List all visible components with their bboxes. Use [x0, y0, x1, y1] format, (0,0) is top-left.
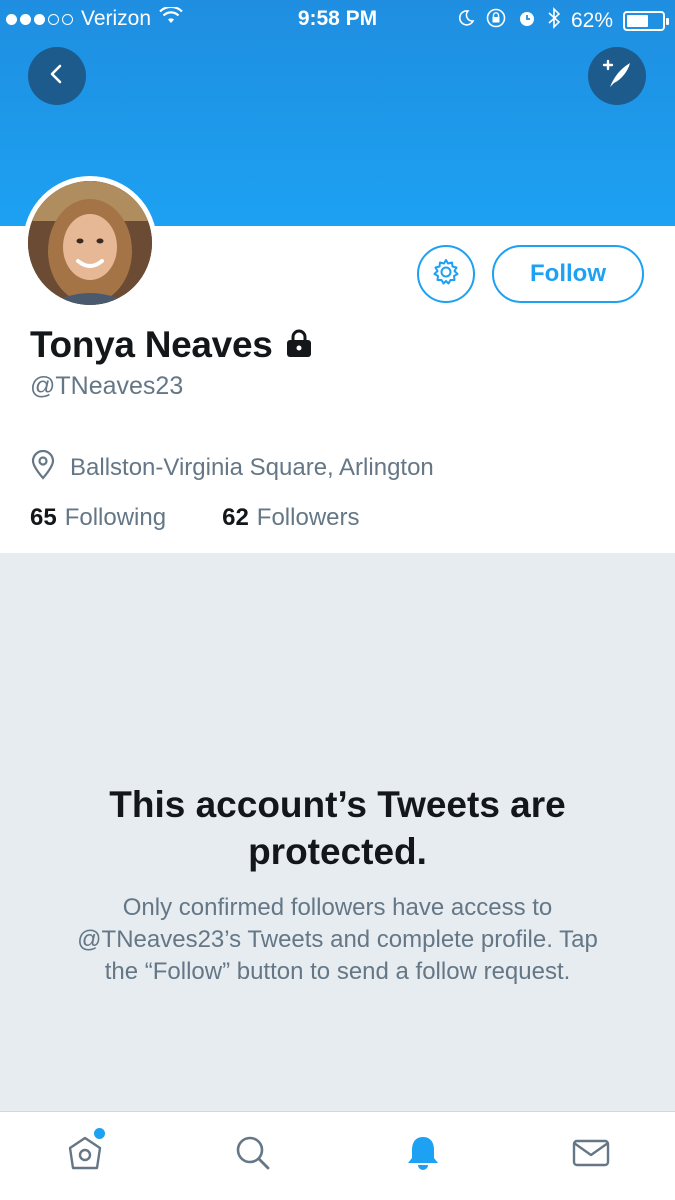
- bluetooth-icon: [547, 7, 561, 35]
- profile-name-row: Tonya Neaves: [30, 324, 313, 366]
- avatar-photo: [28, 181, 152, 305]
- avatar[interactable]: [23, 176, 157, 310]
- tab-search[interactable]: [228, 1130, 278, 1180]
- following-stat[interactable]: 65 Following: [30, 504, 166, 532]
- tab-messages[interactable]: [566, 1130, 616, 1180]
- followers-count: 62: [222, 504, 249, 531]
- follow-button[interactable]: Follow: [492, 245, 644, 303]
- moon-icon: [457, 9, 475, 33]
- notifications-icon: [403, 1133, 443, 1178]
- profile-location: Ballston-Virginia Square, Arlington: [30, 449, 434, 485]
- messages-icon: [571, 1133, 611, 1178]
- back-arrow-icon: [45, 62, 69, 91]
- protected-body: Only confirmed followers have access to …: [77, 894, 598, 985]
- followers-label: Followers: [256, 504, 360, 531]
- location-text: Ballston-Virginia Square, Arlington: [70, 453, 434, 481]
- back-button[interactable]: [28, 47, 86, 105]
- profile-settings-button[interactable]: [417, 245, 475, 303]
- battery-level: [627, 15, 649, 27]
- location-pin-icon: [30, 449, 56, 485]
- tab-bar: [0, 1111, 675, 1200]
- battery-icon: [623, 11, 669, 31]
- gear-icon: [431, 257, 461, 292]
- lock-icon: [285, 328, 313, 363]
- compose-tweet-button[interactable]: [588, 47, 646, 105]
- battery-percent: 62%: [570, 9, 613, 32]
- followers-stat[interactable]: 62 Followers: [222, 504, 359, 532]
- following-label: Following: [64, 504, 167, 531]
- search-icon: [233, 1133, 273, 1178]
- tab-notifications[interactable]: [398, 1130, 448, 1180]
- alarm-icon: [517, 8, 537, 34]
- compose-tweet-icon: [600, 57, 634, 96]
- home-icon: [65, 1133, 105, 1178]
- status-bar: Verizon 9:58 PM 62%: [0, 0, 675, 40]
- display-name: Tonya Neaves: [30, 324, 273, 365]
- protected-tweets-panel: This account’s Tweets are protected. Onl…: [0, 553, 675, 1111]
- home-unread-dot: [94, 1128, 105, 1139]
- rotation-lock-icon: [485, 7, 507, 35]
- protected-title: This account’s Tweets are protected.: [109, 784, 566, 872]
- profile-handle: @TNeaves23: [30, 372, 184, 400]
- following-count: 65: [30, 504, 57, 531]
- profile-stats: 65 Following 62 Followers: [30, 504, 360, 532]
